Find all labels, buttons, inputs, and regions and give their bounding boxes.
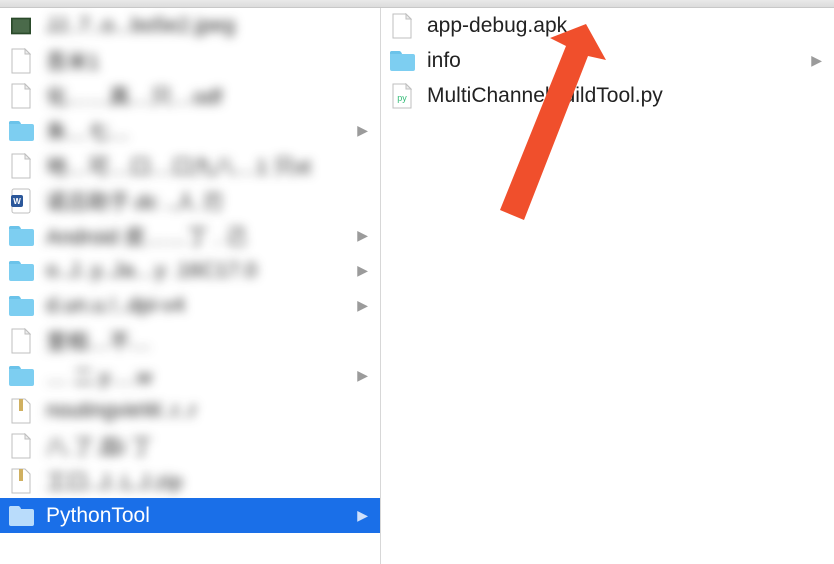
folder-icon [6, 296, 36, 316]
left-row-0[interactable]: JJ..7..o...bo5e2.jpeg [0, 8, 380, 43]
folder-icon [6, 121, 36, 141]
file-label: 地…可…口…口九八…1 只xt [46, 151, 311, 181]
chevron-right-icon: ▶ [357, 367, 374, 384]
chevron-right-icon: ▶ [357, 262, 374, 279]
file-label: noutingvieW..r..r [46, 399, 197, 423]
blank-file-icon [387, 13, 417, 39]
chevron-right-icon: ▶ [357, 122, 374, 139]
file-label: o..J..y..Ja…y .16C17.0 [46, 259, 257, 283]
folder-icon [6, 261, 36, 281]
left-row-9[interactable]: 里相…不… [0, 323, 380, 358]
folder-icon [6, 226, 36, 246]
file-label: MultiChannelBuildTool.py [427, 84, 663, 108]
file-label: 朱…七… [46, 116, 130, 146]
blank-file-icon [6, 48, 36, 74]
left-row-5[interactable]: W 诺吕助于.dc ..人 刃 [0, 183, 380, 218]
image-icon [6, 13, 36, 39]
blank-file-icon [6, 433, 36, 459]
left-row-14[interactable]: PythonTool ▶ [0, 498, 380, 533]
left-row-13[interactable]: 工口..J..L.J.zip [0, 463, 380, 498]
file-label: 化……真…只…odf [46, 81, 222, 111]
file-label: info [427, 49, 461, 73]
left-row-10[interactable]: … 二.y….w ▶ [0, 358, 380, 393]
file-label: app-debug.apk [427, 14, 567, 38]
left-row-4[interactable]: 地…可…口…口九八…1 只xt [0, 148, 380, 183]
svg-text:W: W [13, 197, 21, 206]
file-label: PythonTool [46, 504, 150, 528]
py-file-icon: py [387, 83, 417, 109]
jar-icon [6, 398, 36, 424]
left-row-2[interactable]: 化……真…只…odf [0, 78, 380, 113]
column-right: app-debug.apk info ▶ py MultiChannelBuild… [381, 8, 834, 564]
column-left: JJ..7..o...bo5e2.jpeg 吾米1 化……真…只…odf 朱…七… [0, 8, 381, 564]
finder-columns: JJ..7..o...bo5e2.jpeg 吾米1 化……真…只…odf 朱…七… [0, 8, 834, 564]
file-label: 吾米1 [46, 46, 100, 76]
left-row-7[interactable]: o..J..y..Ja…y .16C17.0 ▶ [0, 253, 380, 288]
blank-file-icon [6, 83, 36, 109]
file-label: d.un.u.!..dpi-v4 [46, 294, 185, 318]
file-label: 诺吕助于.dc ..人 刃 [46, 186, 223, 216]
left-row-12[interactable]: 八.了.皿i 丁 [0, 428, 380, 463]
folder-icon [6, 506, 36, 526]
file-label: 工口..J..L.J.zip [46, 466, 183, 496]
left-row-6[interactable]: Android 皮……丁 . 己 ▶ [0, 218, 380, 253]
chevron-right-icon: ▶ [357, 227, 374, 244]
left-row-3[interactable]: 朱…七… ▶ [0, 113, 380, 148]
file-label: Android 皮……丁 . 己 [46, 221, 247, 251]
folder-icon [6, 366, 36, 386]
file-label: JJ..7..o...bo5e2.jpeg [46, 14, 235, 38]
right-row-1[interactable]: info ▶ [381, 43, 834, 78]
chevron-right-icon: ▶ [811, 52, 828, 69]
left-row-11[interactable]: noutingvieW..r..r [0, 393, 380, 428]
zip-icon [6, 468, 36, 494]
blank-file-icon [6, 328, 36, 354]
file-label: 八.了.皿i 丁 [46, 431, 152, 461]
docx-icon: W [6, 188, 36, 214]
chevron-right-icon: ▶ [357, 507, 374, 524]
right-row-2[interactable]: py MultiChannelBuildTool.py [381, 78, 834, 113]
window-toolbar [0, 0, 834, 8]
chevron-right-icon: ▶ [357, 297, 374, 314]
left-row-1[interactable]: 吾米1 [0, 43, 380, 78]
right-row-0[interactable]: app-debug.apk [381, 8, 834, 43]
file-label: 里相…不… [46, 326, 151, 356]
blank-file-icon [6, 153, 36, 179]
svg-text:py: py [397, 93, 407, 103]
file-label: … 二.y….w [46, 361, 152, 391]
folder-icon [387, 51, 417, 71]
left-row-8[interactable]: d.un.u.!..dpi-v4 ▶ [0, 288, 380, 323]
